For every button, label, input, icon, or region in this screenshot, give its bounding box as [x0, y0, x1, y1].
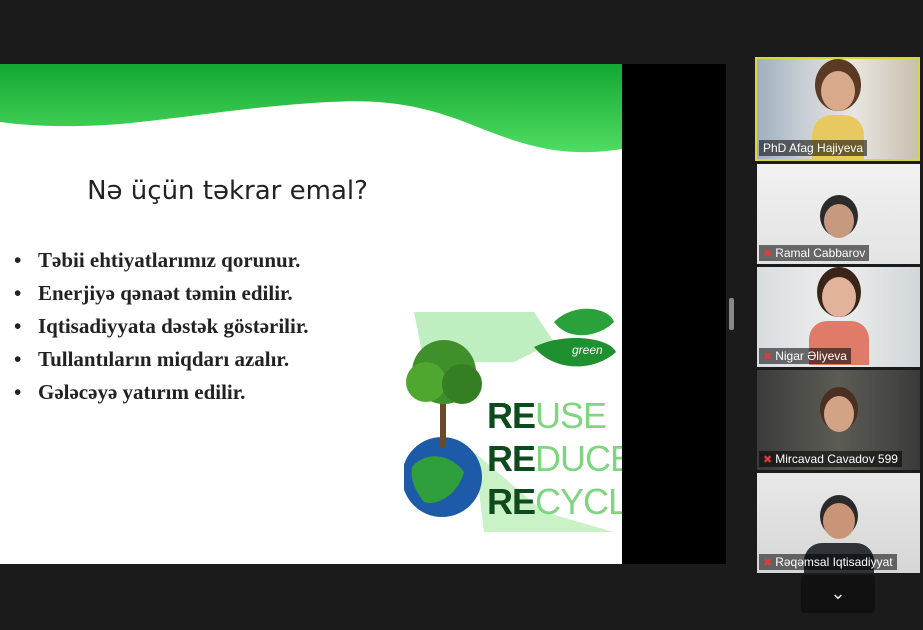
shared-slide: Nə üçün təkrar emal? • Təbii ehtiyatlarım…: [0, 64, 622, 564]
participant-name-tag: ✖ Rəqəmsal Iqtisadiyyat: [759, 554, 897, 570]
mic-muted-icon: ✖: [763, 248, 773, 260]
bullet-item: • Enerjiyə qənaət təmin edilir.: [14, 281, 293, 305]
participant-tile[interactable]: ✖ Ramal Cabbarov: [757, 164, 920, 264]
participant-name: PhD Afag Hajiyeva: [759, 140, 868, 156]
share-letterbox: [622, 64, 726, 564]
reuse-reduce-recycle-text: REUSE REDUCE RECYCLE: [487, 394, 622, 523]
participant-name-tag: ✖ Ramal Cabbarov: [759, 245, 870, 261]
participant-tile[interactable]: ✖ Rəqəmsal Iqtisadiyyat: [757, 473, 920, 573]
bullet-item: • Gələcəyə yatırım edilir.: [14, 380, 246, 404]
participant-name-tag: ✖ Mircavad Cavadov 599: [759, 451, 902, 467]
bullet-item: • Təbii ehtiyatlarımız qorunur.: [14, 248, 301, 272]
slide-header-wave: [0, 64, 622, 153]
scroll-down-button[interactable]: ⌄: [801, 575, 875, 613]
bullet-item: • Tullantıların miqdarı azalır.: [14, 347, 290, 371]
slide-title: Nə üçün təkrar emal?: [87, 176, 368, 206]
participant-tile[interactable]: ✖ Mircavad Cavadov 599: [757, 370, 920, 470]
participant-tile-active-speaker[interactable]: PhD Afag Hajiyeva: [755, 57, 920, 161]
leaf-label: green: [572, 343, 603, 357]
chevron-down-icon: ⌄: [830, 583, 846, 604]
recycle-line: RECYCLE: [487, 481, 622, 522]
bullet-item: • Iqtisadiyyata dəstək göstərilir.: [14, 314, 309, 338]
slide-bullet-list: • Təbii ehtiyatlarımız qorunur. • Enerjiyə…: [14, 244, 308, 409]
reuse-line: REUSE: [487, 395, 607, 436]
mic-muted-icon: ✖: [763, 454, 773, 466]
participant-tile[interactable]: ✖ Nigar Əliyeva: [757, 267, 920, 367]
panel-resize-handle[interactable]: [729, 298, 734, 330]
mic-muted-icon: ✖: [763, 557, 773, 569]
mic-muted-icon: ✖: [763, 351, 773, 363]
participant-name-tag: ✖ Nigar Əliyeva: [759, 348, 851, 364]
reduce-line: REDUCE: [487, 438, 622, 479]
